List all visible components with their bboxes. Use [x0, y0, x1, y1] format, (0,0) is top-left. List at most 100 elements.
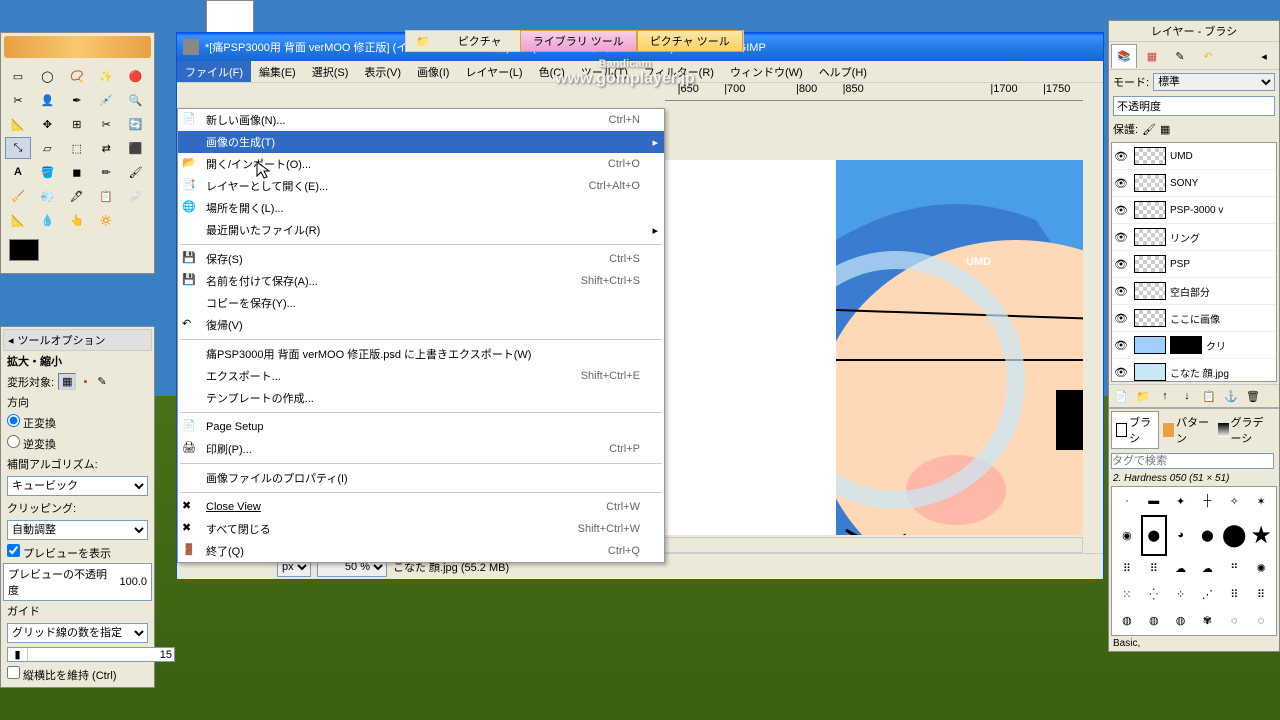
blur-tool[interactable]: 💧: [34, 209, 60, 231]
menu-item[interactable]: 🚪終了(Q)Ctrl+Q: [178, 540, 664, 562]
lock-pixels-btn[interactable]: 🖌: [1142, 123, 1156, 136]
layers-tab[interactable]: 📚: [1111, 44, 1137, 68]
crop-tool[interactable]: ✂: [93, 113, 119, 135]
pencil-tool[interactable]: ✏: [93, 161, 119, 183]
layer-group-btn[interactable]: 📁: [1133, 387, 1153, 405]
brush-filter-input[interactable]: [1111, 453, 1274, 469]
interpolation-select[interactable]: キュービック: [7, 476, 148, 496]
dodge-tool[interactable]: 🔅: [93, 209, 119, 231]
menu-item[interactable]: ↶復帰(V): [178, 314, 664, 336]
menu-item[interactable]: 画像ファイルのプロパティ(I): [178, 467, 664, 489]
menu-item[interactable]: 最近開いたファイル(R)▸: [178, 219, 664, 241]
anchor-layer-btn[interactable]: ⚓: [1221, 387, 1241, 405]
transform-layer-btn[interactable]: ▦: [58, 373, 76, 390]
dir-normal-radio[interactable]: 正変換: [7, 414, 56, 431]
menu-item[interactable]: 🌐場所を開く(L)...: [178, 197, 664, 219]
library-tools-tab[interactable]: ライブラリ ツール: [520, 30, 637, 52]
layer-row[interactable]: 👁クリ: [1112, 332, 1276, 359]
zoom-tool[interactable]: 🔍: [123, 89, 149, 111]
layer-row[interactable]: 👁ここに画像: [1112, 305, 1276, 332]
dir-reverse-radio[interactable]: 逆変換: [7, 435, 56, 452]
menu-help[interactable]: ヘルプ(H): [811, 61, 875, 82]
menu-item[interactable]: 📄Page Setup: [178, 416, 664, 438]
clipping-select[interactable]: 自動調整: [7, 520, 148, 540]
airbrush-tool[interactable]: 💨: [34, 185, 60, 207]
cage-tool[interactable]: ⬛: [123, 137, 149, 159]
rect-select-tool[interactable]: ▭: [5, 65, 31, 87]
move-tool[interactable]: ✥: [34, 113, 60, 135]
menu-tools[interactable]: ツール(T): [573, 61, 636, 82]
menu-view[interactable]: 表示(V): [356, 61, 409, 82]
ink-tool[interactable]: 🖋: [64, 185, 90, 207]
menu-item[interactable]: テンプレートの作成...: [178, 387, 664, 409]
perspective-clone-tool[interactable]: 📐: [5, 209, 31, 231]
menu-item[interactable]: 📂開く/インポート(O)...Ctrl+O: [178, 153, 664, 175]
layer-list[interactable]: 👁UMD👁SONY👁PSP-3000 v👁リング👁PSP👁空白部分👁ここに画像👁…: [1111, 142, 1277, 382]
bucket-tool[interactable]: 🪣: [34, 161, 60, 183]
free-select-tool[interactable]: 📿: [64, 65, 90, 87]
duplicate-layer-btn[interactable]: 📋: [1199, 387, 1219, 405]
new-layer-btn[interactable]: 📄: [1111, 387, 1131, 405]
color-select-tool[interactable]: 🔴: [123, 65, 149, 87]
channels-tab[interactable]: ▦: [1139, 44, 1165, 68]
layer-row[interactable]: 👁SONY: [1112, 170, 1276, 197]
fg-color[interactable]: [9, 239, 39, 261]
layer-row[interactable]: 👁こなた 顔.jpg: [1112, 359, 1276, 382]
paths-tab[interactable]: ✎: [1167, 44, 1193, 68]
foreground-tool[interactable]: 👤: [34, 89, 60, 111]
menu-layer[interactable]: レイヤー(L): [457, 61, 530, 82]
layer-row[interactable]: 👁PSP-3000 v: [1112, 197, 1276, 224]
menu-filters[interactable]: フィルター(R): [636, 61, 722, 82]
scale-tool[interactable]: ⤡: [5, 137, 31, 159]
menu-item[interactable]: ✖すべて閉じるShift+Ctrl+W: [178, 518, 664, 540]
menu-item[interactable]: 💾保存(S)Ctrl+S: [178, 248, 664, 270]
lock-alpha-btn[interactable]: ▦: [1160, 123, 1170, 136]
scissors-tool[interactable]: ✂: [5, 89, 31, 111]
menu-item[interactable]: 📑レイヤーとして開く(E)...Ctrl+Alt+O: [178, 175, 664, 197]
heal-tool[interactable]: 🩹: [123, 185, 149, 207]
gradient-tab[interactable]: グラデーシ: [1214, 411, 1277, 449]
perspective-tool[interactable]: ⬚: [64, 137, 90, 159]
menu-item[interactable]: 📄新しい画像(N)...Ctrl+N: [178, 109, 664, 131]
guide-select[interactable]: グリッド線の数を指定: [7, 623, 148, 643]
menu-file[interactable]: ファイル(F): [177, 61, 251, 82]
undo-tab[interactable]: ↶: [1195, 44, 1221, 68]
layer-row[interactable]: 👁空白部分: [1112, 278, 1276, 305]
menu-edit[interactable]: 編集(E): [251, 61, 304, 82]
delete-layer-btn[interactable]: 🗑: [1243, 387, 1263, 405]
preview-check[interactable]: プレビューを表示: [7, 544, 111, 561]
smudge-tool[interactable]: 👆: [64, 209, 90, 231]
paths-tool[interactable]: ✒: [64, 89, 90, 111]
picture-tools-tab[interactable]: ピクチャ ツール: [637, 30, 743, 52]
menu-item[interactable]: 💾名前を付けて保存(A)...Shift+Ctrl+S: [178, 270, 664, 292]
eraser-tool[interactable]: 🧹: [5, 185, 31, 207]
transform-sel-btn[interactable]: ▪: [80, 375, 90, 389]
aspect-check[interactable]: 縦横比を維持 (Ctrl): [7, 666, 117, 683]
layer-row[interactable]: 👁リング: [1112, 224, 1276, 251]
pattern-tab[interactable]: パターン: [1159, 411, 1214, 449]
blend-tool[interactable]: ◼: [64, 161, 90, 183]
flip-tool[interactable]: ⇄: [93, 137, 119, 159]
menu-colors[interactable]: 色(C): [531, 61, 573, 82]
menu-windows[interactable]: ウィンドウ(W): [722, 61, 811, 82]
fuzzy-select-tool[interactable]: ✨: [93, 65, 119, 87]
text-tool[interactable]: A: [5, 161, 31, 183]
layer-opacity[interactable]: 不透明度: [1113, 96, 1275, 116]
dock-menu-btn[interactable]: ◂: [1251, 44, 1277, 68]
color-swatch[interactable]: [9, 239, 59, 269]
shear-tool[interactable]: ▱: [34, 137, 60, 159]
lower-layer-btn[interactable]: ↓: [1177, 387, 1197, 405]
layer-row[interactable]: 👁UMD: [1112, 143, 1276, 170]
menu-item[interactable]: 痛PSP3000用 背面 verMOO 修正版.psd に上書きエクスポート(W…: [178, 343, 664, 365]
clone-tool[interactable]: 📋: [93, 185, 119, 207]
menu-image[interactable]: 画像(I): [409, 61, 457, 82]
menu-item[interactable]: 画像の生成(T)▸: [178, 131, 664, 153]
transform-path-btn[interactable]: ✎: [94, 374, 109, 389]
layer-mode-select[interactable]: 標準: [1153, 73, 1275, 91]
brush-grid[interactable]: · ▬ ✦ ┼ ✧ ✶ ◉ ⬤ ◕ ⬤ ⬤ ★ ⠿ ⠿ ☁ ☁ ⠛ ✺ ⁙ ⁛ …: [1111, 486, 1277, 636]
raise-layer-btn[interactable]: ↑: [1155, 387, 1175, 405]
color-picker-tool[interactable]: 💉: [93, 89, 119, 111]
menu-item[interactable]: コピーを保存(Y)...: [178, 292, 664, 314]
guide-count-input[interactable]: ▮: [7, 647, 175, 662]
menu-item[interactable]: ✖Close ViewCtrl+W: [178, 496, 664, 518]
